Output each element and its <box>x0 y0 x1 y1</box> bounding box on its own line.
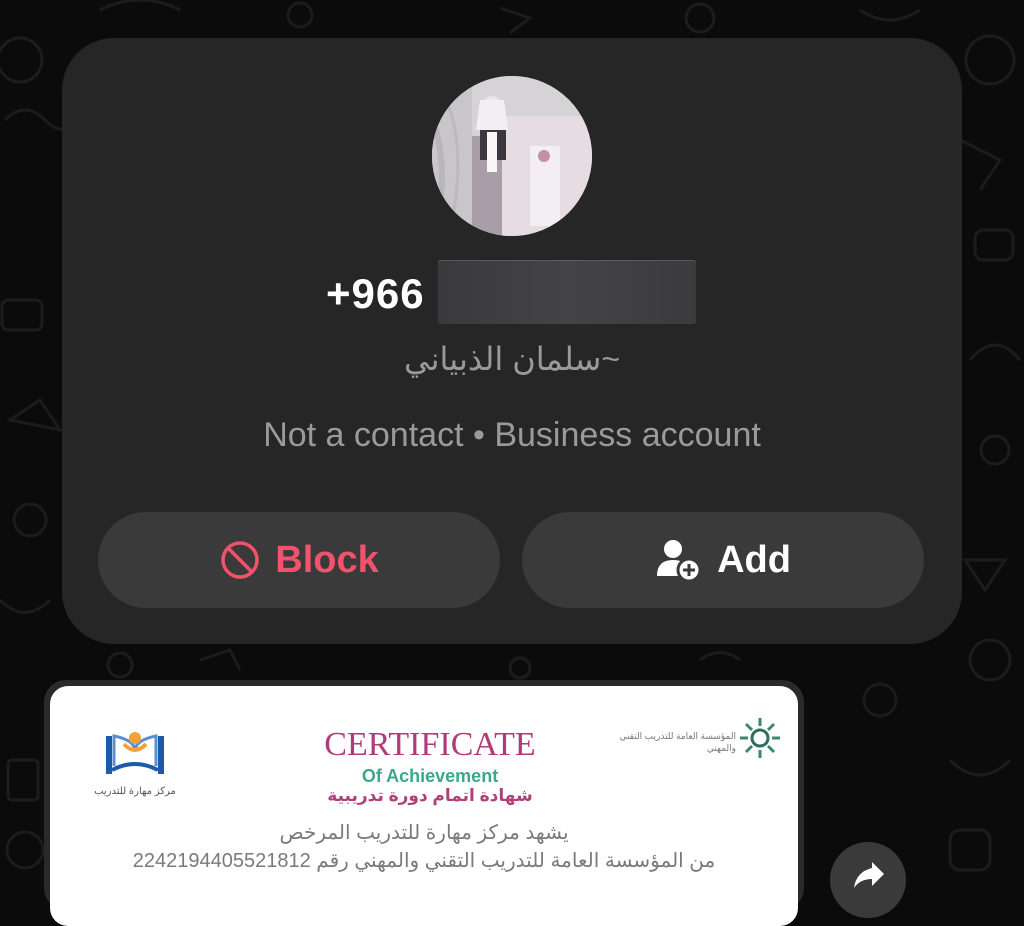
forward-button[interactable] <box>830 842 906 918</box>
tvtc-logo <box>740 718 780 758</box>
add-contact-button[interactable]: Add <box>522 512 924 608</box>
add-contact-icon <box>657 540 702 583</box>
contact-status: Not a contact • Business account <box>263 416 761 454</box>
block-icon <box>221 541 259 579</box>
certificate-subtitle-arabic: شهادة اتمام دورة تدريبية <box>327 786 533 805</box>
contact-info-card: +966 ~سلمان الذبياني Not a contact • Bus… <box>62 38 962 644</box>
avatar[interactable] <box>432 76 592 236</box>
redacted-number-block <box>438 260 696 324</box>
tvtc-caption: المؤسسة العامة للتدريب التقني والمهني <box>619 731 736 753</box>
certificate-text-line-2: من المؤسسة العامة للتدريب التقني والمهني… <box>132 850 716 872</box>
certificate-image[interactable]: مركز مهارة للتدريب المؤسسة العامة للتدري… <box>50 686 798 926</box>
certificate-title: CERTIFICATE <box>324 726 536 763</box>
block-button[interactable]: Block <box>98 512 500 608</box>
training-center-logo <box>106 732 164 774</box>
avatar-photo <box>432 76 592 236</box>
contact-alias: ~سلمان الذبياني <box>403 341 621 377</box>
certificate-text-line-1: يشهد مركز مهارة للتدريب المرخص <box>279 822 569 844</box>
add-button-label: Add <box>717 538 791 581</box>
certificate-subtitle: Of Achievement <box>361 766 499 786</box>
image-message-bubble[interactable]: مركز مهارة للتدريب المؤسسة العامة للتدري… <box>44 680 804 926</box>
phone-number-row: +966 <box>62 258 962 328</box>
phone-prefix: +966 <box>326 270 425 317</box>
block-button-label: Block <box>275 538 379 581</box>
training-center-caption: مركز مهارة للتدريب <box>94 786 176 797</box>
